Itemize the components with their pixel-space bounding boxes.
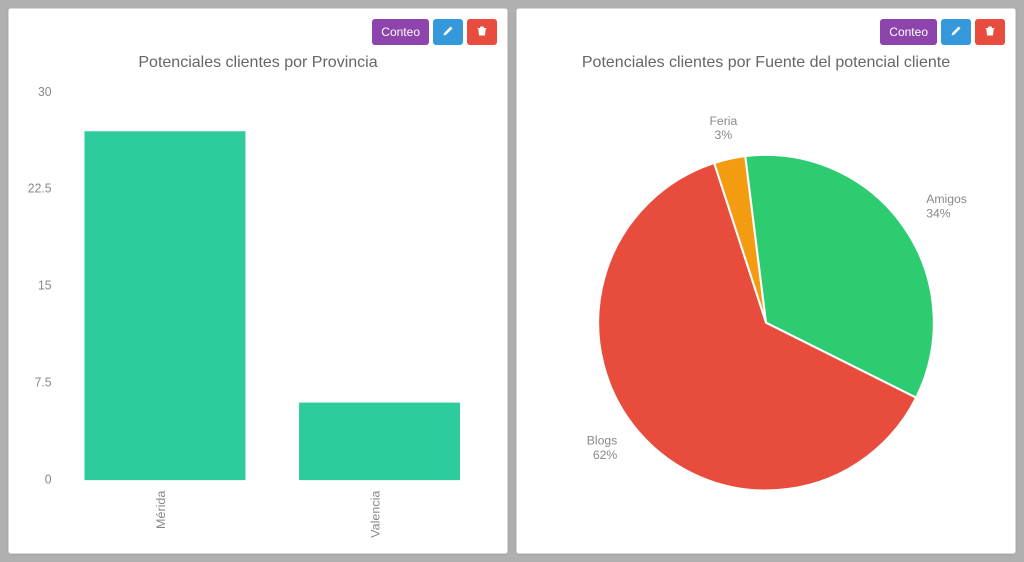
conteo-button[interactable]: Conteo bbox=[880, 19, 937, 45]
panel-fuente: Conteo Potenciales clientes por Fuente d… bbox=[516, 8, 1016, 554]
trash-icon bbox=[476, 25, 488, 39]
bar-chart: 0 7.5 15 22.5 30 Mérida Valencia bbox=[19, 82, 497, 543]
x-tick-label: Valencia bbox=[369, 491, 383, 538]
delete-button[interactable] bbox=[467, 19, 497, 45]
pencil-icon bbox=[950, 25, 962, 39]
slice-label-name: Feria bbox=[709, 114, 737, 128]
delete-button[interactable] bbox=[975, 19, 1005, 45]
panel-toolbar: Conteo bbox=[880, 19, 1005, 45]
slice-label-pct: 34% bbox=[926, 206, 951, 220]
pencil-icon bbox=[442, 25, 454, 39]
y-tick-label: 7.5 bbox=[35, 375, 52, 389]
conteo-button[interactable]: Conteo bbox=[372, 19, 429, 45]
panel-toolbar: Conteo bbox=[372, 19, 497, 45]
y-tick-label: 30 bbox=[38, 85, 52, 99]
trash-icon bbox=[984, 25, 996, 39]
slice-label-name: Amigos bbox=[926, 192, 967, 206]
y-tick-label: 22.5 bbox=[28, 182, 52, 196]
conteo-label: Conteo bbox=[381, 26, 420, 38]
y-tick-label: 0 bbox=[45, 472, 52, 486]
bar bbox=[299, 403, 460, 481]
x-tick-label: Mérida bbox=[154, 490, 168, 529]
edit-button[interactable] bbox=[433, 19, 463, 45]
workspace: Conteo Potenciales clientes por Provinci… bbox=[0, 0, 1024, 562]
slice-label-name: Blogs bbox=[587, 434, 618, 448]
conteo-label: Conteo bbox=[889, 26, 928, 38]
slice-label-pct: 3% bbox=[715, 128, 733, 142]
y-tick-label: 15 bbox=[38, 278, 52, 292]
panel-provincia: Conteo Potenciales clientes por Provinci… bbox=[8, 8, 508, 554]
edit-button[interactable] bbox=[941, 19, 971, 45]
chart-title: Potenciales clientes por Provincia bbox=[19, 54, 497, 72]
pie-chart: Feria3% Amigos34% Blogs62% bbox=[527, 82, 1005, 543]
bar bbox=[84, 131, 245, 480]
chart-title: Potenciales clientes por Fuente del pote… bbox=[527, 54, 1005, 72]
slice-label-pct: 62% bbox=[593, 448, 618, 462]
